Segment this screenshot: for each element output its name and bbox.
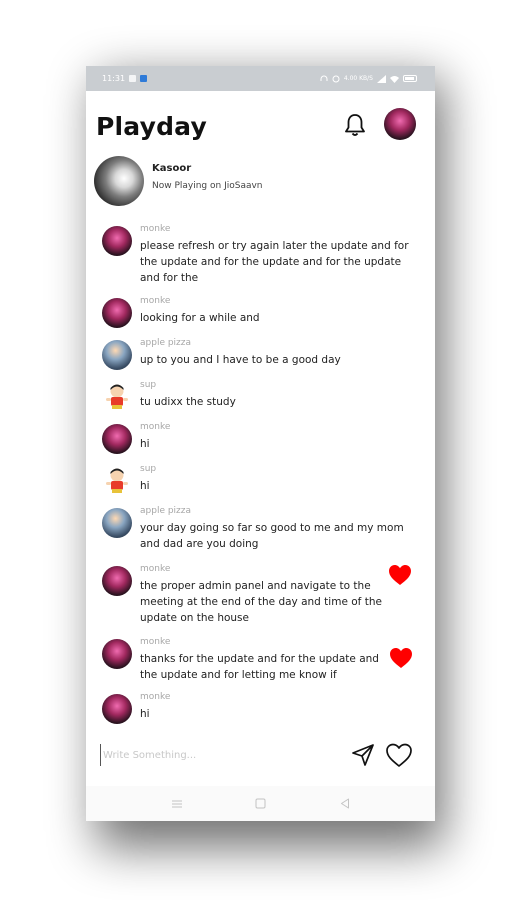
status-right: 4.00 KB/S [320, 74, 417, 83]
app-notification-icon [140, 75, 148, 82]
message-composer [86, 736, 435, 776]
message-text: up to you and I have to be a good day [140, 354, 341, 366]
message-username: apple pizza [140, 506, 192, 516]
user-avatar[interactable] [102, 508, 132, 538]
bell-icon[interactable] [342, 112, 368, 138]
user-avatar[interactable] [102, 340, 132, 370]
home-square-icon[interactable] [254, 797, 268, 811]
phone-screen: 11:31 4.00 KB/S Playday Kasoor Now Playi… [86, 66, 435, 821]
message-input[interactable] [100, 744, 330, 766]
now-playing-card[interactable]: Kasoor Now Playing on JioSaavn [86, 154, 435, 208]
now-playing-subtitle: Now Playing on JioSaavn [152, 181, 263, 191]
status-bar: 11:31 4.00 KB/S [86, 66, 435, 91]
message-username: sup [140, 464, 157, 474]
message-text: please refresh or try again later the up… [140, 240, 409, 284]
battery-icon [403, 75, 417, 82]
app-header: Playday [86, 102, 435, 146]
user-avatar[interactable] [102, 566, 132, 596]
heart-filled-icon[interactable] [388, 564, 412, 586]
status-time: 11:31 [102, 74, 126, 83]
network-speed: 4.00 KB/S [343, 74, 373, 82]
album-cover[interactable] [94, 156, 144, 206]
user-avatar[interactable] [102, 639, 132, 669]
message-username: monke [140, 296, 171, 306]
alarm-icon [332, 75, 340, 82]
heart-filled-icon[interactable] [389, 647, 413, 669]
cartoon-avatar-icon[interactable] [102, 466, 132, 496]
message-text: your day going so far so good to me and … [140, 522, 404, 550]
notification-icon [129, 75, 137, 82]
chat-messages: monke please refresh or try again later … [86, 216, 435, 726]
app-title: Playday [96, 112, 207, 141]
message-username: monke [140, 422, 171, 432]
message-text: tu udixx the study [140, 396, 236, 408]
message-text: looking for a while and [140, 312, 260, 324]
message-text: hi [140, 708, 150, 720]
signal-icon [377, 74, 386, 83]
user-avatar[interactable] [102, 226, 132, 256]
message-text: hi [140, 480, 150, 492]
message-username: monke [140, 224, 171, 234]
menu-icon[interactable] [170, 797, 184, 811]
user-avatar[interactable] [102, 298, 132, 328]
user-avatar[interactable] [102, 694, 132, 724]
wifi-icon [390, 75, 399, 83]
send-icon[interactable] [350, 742, 376, 768]
back-triangle-icon[interactable] [338, 797, 352, 811]
message-text: the proper admin panel and navigate to t… [140, 580, 382, 624]
android-nav-bar [86, 786, 435, 821]
profile-avatar[interactable] [384, 108, 416, 140]
message-username: apple pizza [140, 338, 192, 348]
headphone-icon [320, 75, 328, 81]
message-username: monke [140, 692, 171, 702]
heart-outline-icon[interactable] [385, 742, 413, 768]
cartoon-avatar-icon[interactable] [102, 382, 132, 412]
message-username: sup [140, 380, 157, 390]
status-left: 11:31 [102, 74, 148, 83]
message-text: hi [140, 438, 150, 450]
message-username: monke [140, 564, 171, 574]
song-title: Kasoor [152, 163, 192, 174]
message-username: monke [140, 637, 171, 647]
user-avatar[interactable] [102, 424, 132, 454]
message-text: thanks for the update and for the update… [140, 653, 379, 681]
